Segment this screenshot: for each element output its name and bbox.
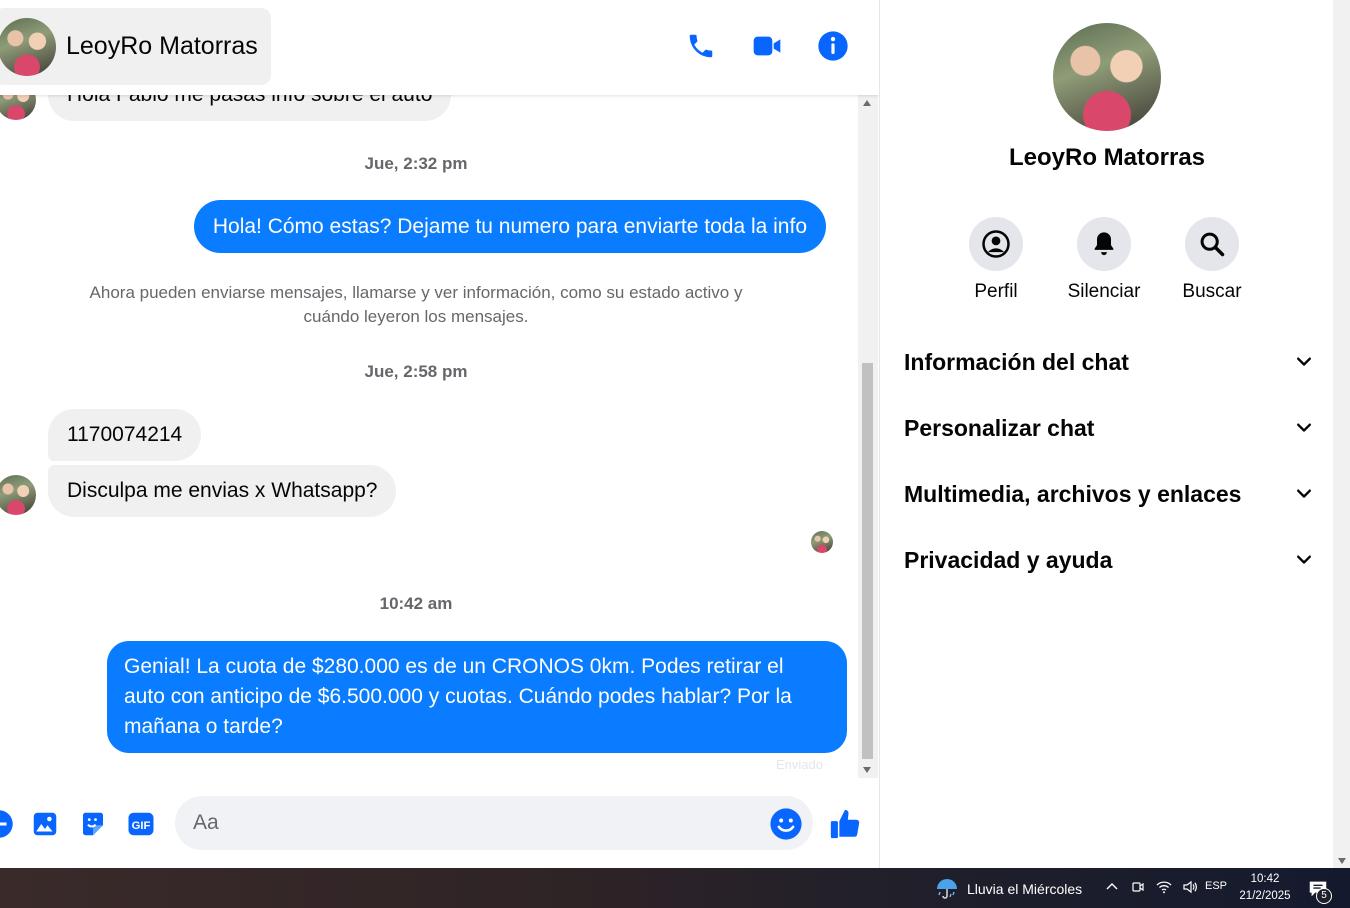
volume-icon[interactable] bbox=[1182, 879, 1198, 895]
section-media-files-links[interactable]: Multimedia, archivos y enlaces bbox=[904, 474, 1314, 514]
system-note: Ahora pueden enviarse mensajes, llamarse… bbox=[89, 283, 743, 326]
search-action[interactable]: Buscar bbox=[1158, 217, 1266, 303]
conversation-details-panel: LeoyRo Matorras Perfil Silenciar Buscar bbox=[879, 0, 1333, 868]
incoming-message[interactable]: Disculpa me envias x Whatsapp? bbox=[48, 465, 397, 517]
phone-icon bbox=[689, 34, 713, 58]
meet-now-icon[interactable] bbox=[1130, 879, 1146, 895]
search-icon bbox=[1200, 232, 1225, 257]
section-title: Información del chat bbox=[904, 348, 1129, 375]
action-label: Buscar bbox=[1182, 281, 1242, 302]
section-title: Personalizar chat bbox=[904, 414, 1095, 441]
message-text: Disculpa me envias x Whatsapp? bbox=[67, 479, 378, 502]
action-label: Perfil bbox=[974, 281, 1018, 302]
like-button[interactable] bbox=[828, 807, 862, 841]
contact-button[interactable]: LeoyRo Matorras bbox=[0, 8, 271, 85]
chat-header: LeoyRo Matorras bbox=[0, 0, 879, 95]
clock-date: 21/2/2025 bbox=[1239, 890, 1291, 902]
weather-text: Lluvia el Miércoles bbox=[967, 881, 1083, 897]
thumbs-up-icon bbox=[830, 809, 860, 839]
message-text: 1170074214 bbox=[67, 423, 183, 446]
incoming-message[interactable]: 1170074214 bbox=[48, 409, 202, 461]
message-list[interactable]: Hola Fabio me pasas info sobre el auto J… bbox=[0, 0, 858, 778]
page-scrollbar[interactable] bbox=[1333, 0, 1350, 868]
plus-circle-icon bbox=[0, 810, 13, 838]
more-actions-button[interactable] bbox=[0, 807, 16, 841]
seen-receipt-avatar bbox=[811, 531, 833, 553]
outgoing-message[interactable]: Genial! La cuota de $280.000 es de un CR… bbox=[107, 641, 847, 753]
section-customize-chat[interactable]: Personalizar chat bbox=[904, 408, 1314, 448]
message-scrollbar[interactable] bbox=[858, 95, 878, 778]
sticker-button[interactable] bbox=[76, 807, 110, 841]
sent-status: Enviado bbox=[776, 757, 823, 772]
svg-text:GIF: GIF bbox=[132, 820, 151, 832]
message-composer: GIF bbox=[0, 785, 879, 865]
section-title: Privacidad y ayuda bbox=[904, 546, 1113, 573]
profile-avatar[interactable] bbox=[1053, 23, 1161, 131]
umbrella-rain-icon bbox=[937, 879, 957, 899]
chat-column: Hola Fabio me pasas info sobre el auto J… bbox=[0, 0, 879, 868]
audio-call-button[interactable] bbox=[685, 30, 717, 62]
gif-button[interactable]: GIF bbox=[124, 807, 158, 841]
weather-widget[interactable]: Lluvia el Miércoles bbox=[935, 877, 1082, 901]
photo-icon bbox=[33, 812, 57, 836]
scroll-up-arrow[interactable] bbox=[863, 100, 871, 106]
contact-avatar[interactable] bbox=[0, 475, 36, 515]
clock-time: 10:42 bbox=[1250, 873, 1280, 885]
sticker-icon bbox=[83, 812, 103, 836]
notification-count-badge: 5 bbox=[1316, 888, 1332, 904]
chevron-down-icon bbox=[1297, 423, 1311, 432]
chevron-down-icon bbox=[1297, 489, 1311, 498]
wifi-icon[interactable] bbox=[1156, 879, 1172, 895]
timestamp: Jue, 2:58 pm bbox=[364, 362, 468, 381]
outgoing-message[interactable]: Hola! Cómo estas? Dejame tu numero para … bbox=[193, 200, 826, 253]
contact-name: LeoyRo Matorras bbox=[66, 32, 258, 60]
conversation-info-button[interactable] bbox=[817, 30, 849, 62]
bell-icon bbox=[1094, 232, 1114, 256]
messenger-window: Hola Fabio me pasas info sobre el auto J… bbox=[0, 0, 1350, 908]
message-text: Hola! Cómo estas? Dejame tu numero para … bbox=[212, 214, 807, 238]
video-camera-icon bbox=[753, 36, 781, 56]
message-text: Genial! La cuota de $280.000 es de un CR… bbox=[124, 655, 792, 738]
message-input[interactable] bbox=[175, 796, 813, 850]
section-title: Multimedia, archivos y enlaces bbox=[904, 480, 1242, 507]
timestamp: 10:42 am bbox=[379, 594, 453, 613]
windows-taskbar: Lluvia el Miércoles ESP 10:42 21/2/2025 … bbox=[0, 868, 1350, 908]
mute-action[interactable]: Silenciar bbox=[1050, 217, 1158, 303]
section-privacy-help[interactable]: Privacidad y ayuda bbox=[904, 540, 1314, 580]
action-label: Silenciar bbox=[1067, 281, 1141, 302]
info-icon bbox=[818, 31, 848, 61]
scroll-down-arrow[interactable] bbox=[863, 767, 871, 773]
profile-action[interactable]: Perfil bbox=[942, 217, 1050, 303]
timestamp: Jue, 2:32 pm bbox=[364, 154, 468, 173]
system-tray bbox=[1104, 879, 1198, 895]
header-actions bbox=[685, 30, 849, 62]
section-chat-info[interactable]: Información del chat bbox=[904, 342, 1314, 382]
gif-icon: GIF bbox=[128, 812, 154, 836]
scroll-thumb[interactable] bbox=[862, 363, 873, 759]
scroll-down-arrow[interactable] bbox=[1338, 858, 1346, 864]
emoji-icon bbox=[770, 808, 802, 840]
video-call-button[interactable] bbox=[751, 30, 783, 62]
profile-name: LeoyRo Matorras bbox=[1008, 144, 1206, 171]
chevron-up-icon[interactable] bbox=[1104, 879, 1120, 895]
contact-avatar[interactable] bbox=[0, 17, 56, 76]
chevron-down-icon bbox=[1297, 357, 1311, 366]
profile-icon bbox=[982, 230, 1010, 258]
emoji-button[interactable] bbox=[769, 807, 803, 841]
language-indicator[interactable]: ESP bbox=[1205, 880, 1227, 892]
profile-actions: Perfil Silenciar Buscar bbox=[942, 217, 1266, 303]
taskbar-clock[interactable]: 10:42 21/2/2025 bbox=[1232, 871, 1298, 905]
attach-photo-button[interactable] bbox=[28, 807, 62, 841]
chevron-down-icon bbox=[1297, 555, 1311, 564]
